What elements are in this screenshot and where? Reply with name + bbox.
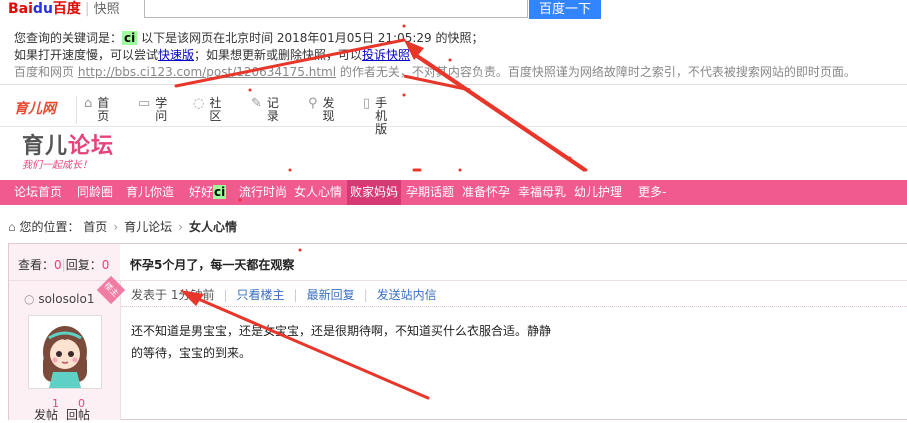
channel-breastfeeding[interactable]: 幸福母乳 [518,180,566,205]
keyword-prefix: 您查询的关键词是： [14,31,123,45]
fast-version-prefix: 如果打开速度慢，可以尝试 [14,48,159,62]
location-icon: ⌂ [8,220,16,234]
keyword-highlight: ci [122,31,138,45]
channel-forum-home[interactable]: 论坛首页 [14,180,62,205]
thread-stats: 查看：0|回复：0 [18,258,110,272]
baidu-logo-cn: 百度 [52,1,81,17]
avatar-girl-illustration [29,316,101,388]
channel-women-mood[interactable]: 女人心情 [294,180,342,205]
baidu-logo[interactable]: Baidu百度 | 快照 [8,0,120,18]
channel-same-age[interactable]: 同龄圈 [77,180,113,205]
disclaimer-text: 的作者无关，不对其内容负责。百度快照谨为网络故障时之索引，不代表被搜索网站的即时… [339,65,856,79]
snapshot-time: 以下是该网页在北京时间 2018年01月05日 21:05:29 的快照； [141,31,484,45]
complaint-link[interactable]: 投诉快照 [362,48,410,62]
channel-shopping-moms[interactable]: 败家妈妈 [347,180,402,205]
baidu-logo-bai: Bai [8,1,33,17]
channel-keyword-highlight: ci [213,185,227,199]
source-url-link[interactable]: http://bbs.ci123.com/post/120634175.html [78,65,336,79]
snapshot-info-line1: 您查询的关键词是： ci 以下是该网页在北京时间 2018年01月05日 21:0… [14,30,484,46]
site-logo[interactable]: 育儿网 [14,98,56,118]
channel-fashion[interactable]: 流行时尚 [239,180,287,205]
snapshot-info-line2: 如果打开速度慢，可以尝试快速版；如果想更新或删除快照，可以投诉快照 [14,47,410,63]
author-username: solosolo1 [38,292,95,306]
send-message-link[interactable]: 发送站内信 [377,288,437,302]
channel-pregnancy-topics[interactable]: 孕期话题 [406,180,454,205]
disclaimer-prefix: 百度和网页 [14,65,75,79]
chevron-right-icon: › [113,220,119,234]
latest-reply-link[interactable]: 最新回复 [307,288,355,302]
baidu-search-input[interactable] [144,0,528,18]
baidu-snapshot-label: 快照 [93,2,120,17]
replies-count: 0 [101,258,110,272]
only-author-link[interactable]: 只看楼主 [237,288,285,302]
channel-haohao-label: 好好 [189,185,214,199]
breadcrumb-home[interactable]: 首页 [83,220,107,234]
forum-slogan: 我们一起成长！ [22,160,92,171]
posted-time: 1分钟前 [170,288,215,302]
replies-label: 回复： [65,258,102,272]
chat-icon: ◌ [193,96,205,111]
views-label: 查看： [18,258,55,272]
channel-child-care[interactable]: 幼儿护理 [574,180,622,205]
nav-item-label: 发现 [322,96,335,123]
chevron-right-icon: › [178,220,183,234]
reply-count-label: 回帖 [66,408,91,422]
nav-item-mobile[interactable]: ▯ 手机版 [363,97,388,136]
nav-item-label: 学问 [155,96,168,123]
nav-item-records[interactable]: ✎ 记录 [251,97,280,123]
baidu-search-button[interactable]: 百度一下 [529,0,601,19]
breadcrumb-prefix: 您的位置： [19,220,80,234]
nav-item-discover[interactable]: ⚲ 发现 [308,97,336,123]
channel-parenting[interactable]: 育儿你造 [126,180,174,205]
breadcrumb: ⌂ 您的位置： 首页 › 育儿论坛 › 女人心情 [8,218,237,235]
nav-item-label: 首页 [97,96,110,123]
thread-title: 怀孕5个月了，每一天都在观察 [130,258,295,272]
post-meta-row: 发表于 1分钟前 | 只看楼主 | 最新回复 | 发送站内信 [131,288,437,302]
breadcrumb-forum[interactable]: 育儿论坛 [124,220,172,234]
home-icon: ⌂ [84,96,93,111]
site-top-nav [0,88,907,127]
views-count: 0 [54,258,62,272]
channel-prepare-pregnancy[interactable]: 准备怀孕 [462,180,510,205]
post-body: 还不知道是男宝宝，还是女宝宝，还是很期待啊，不知道买什么衣服合适。静静的等待，宝… [131,324,552,360]
nav-item-label: 社区 [209,96,222,123]
avatar[interactable] [28,315,102,389]
nav-item-home[interactable]: ⌂ 首页 [84,97,110,123]
post-count-label: 发帖 [34,408,59,422]
baidu-logo-du: du [32,1,53,17]
nav-separator [76,96,77,124]
nav-item-label: 记录 [266,96,279,123]
fast-version-link[interactable]: 快速版 [158,48,194,62]
user-icon: ○ [24,292,35,306]
nav-item-knowledge[interactable]: ▭ 学问 [138,97,168,123]
author-name[interactable]: ○ solosolo1 [24,292,95,306]
breadcrumb-current[interactable]: 女人心情 [189,220,237,234]
book-icon: ▭ [138,96,151,111]
complaint-prefix: ；如果想更新或删除快照，可以 [194,48,363,62]
channel-haohao[interactable]: 好好ci [189,180,227,205]
edit-icon: ✎ [251,96,262,111]
meta-divider [121,306,907,307]
row-divider [9,280,907,281]
channel-more[interactable]: 更多- [638,180,666,205]
phone-icon: ▯ [363,96,371,111]
snapshot-divider [0,84,907,85]
search-icon: ⚲ [308,96,318,111]
nav-item-community[interactable]: ◌ 社区 [193,97,222,123]
nav-item-label: 手机版 [375,96,388,136]
posted-prefix: 发表于 [131,288,168,302]
snapshot-info-line3: 百度和网页 http://bbs.ci123.com/post/12063417… [14,64,856,80]
